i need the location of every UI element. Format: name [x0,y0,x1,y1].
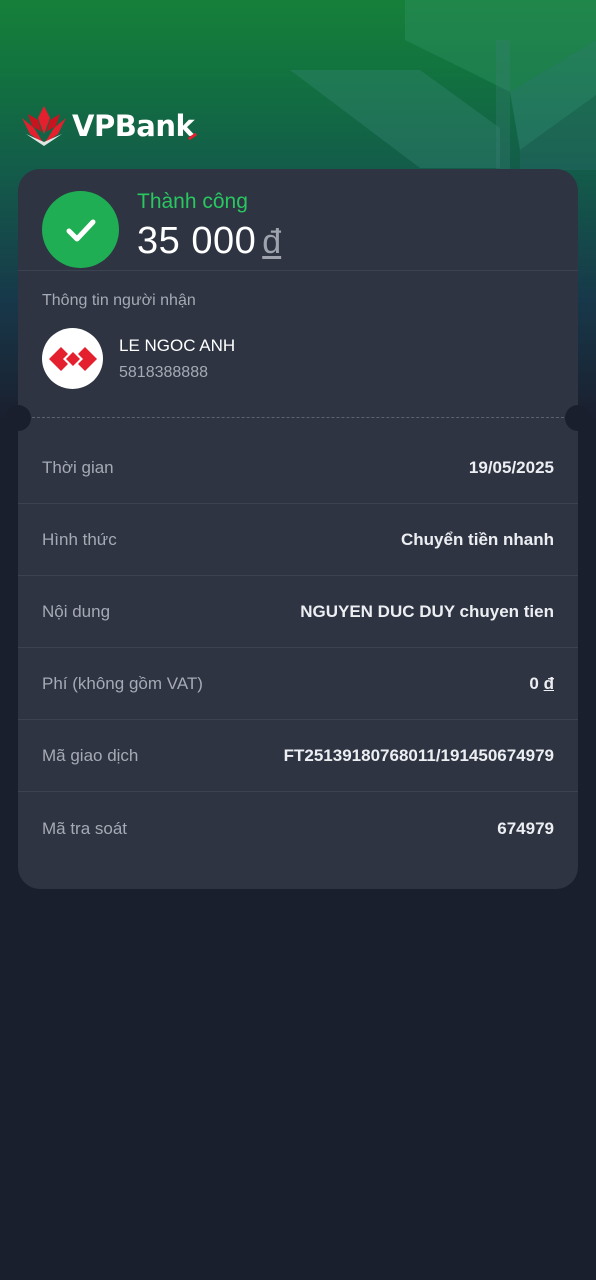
row-divider [18,791,578,792]
currency-symbol: đ [262,223,282,261]
recipient-account-number: 5818388888 [119,364,208,381]
vpbank-wordmark: VPBank [72,109,195,143]
check-icon [66,219,95,241]
detail-label: Nội dung [42,602,111,621]
detail-value: 19/05/2025 [468,458,554,477]
detail-label: Mã tra soát [42,819,128,838]
detail-value-fee: 0 đ [529,648,554,720]
status-text: Thành công [137,190,248,213]
detail-label: Mã giao dịch [42,746,139,765]
section-divider [18,270,578,271]
detail-row-method: Hình thức Chuyển tiền nhanh [18,504,578,576]
detail-label: Thời gian [42,458,114,477]
transfer-amount: 35 000 đ [137,220,281,263]
recipient-bank-avatar [42,328,103,389]
vpbank-emblem-icon [22,106,66,146]
detail-row-content: Nội dung NGUYEN DUC DUY chuyen tien [18,576,578,648]
detail-value: Chuyển tiền nhanh [401,530,554,549]
detail-value: NGUYEN DUC DUY chuyen tien [300,602,554,621]
amount-value: 35 000 [137,220,257,262]
detail-row-trace-code: Mã tra soát 674979 [18,793,578,865]
dashed-separator [32,417,564,418]
recipient-section-heading: Thông tin người nhận [42,292,196,309]
fee-amount: 0 [529,674,539,693]
success-check-badge [42,191,119,268]
detail-label: Hình thức [42,530,117,549]
vpbank-logo: VPBank [20,104,195,148]
detail-row-transaction-id: Mã giao dịch FT25139180768011/1914506749… [18,720,578,792]
detail-row-time: Thời gian 19/05/2025 [18,432,578,504]
card-notch-left [5,405,31,431]
recipient-name: LE NGOC ANH [119,336,236,355]
detail-value: FT25139180768011/191450674979 [283,746,554,765]
detail-label: Phí (không gồm VAT) [42,674,203,693]
card-notch-right [565,405,591,431]
techcombank-logo-icon [48,346,97,371]
detail-value: 674979 [497,819,554,838]
fee-currency: đ [543,674,554,693]
detail-row-fee: Phí (không gồm VAT) 0 đ [18,648,578,720]
